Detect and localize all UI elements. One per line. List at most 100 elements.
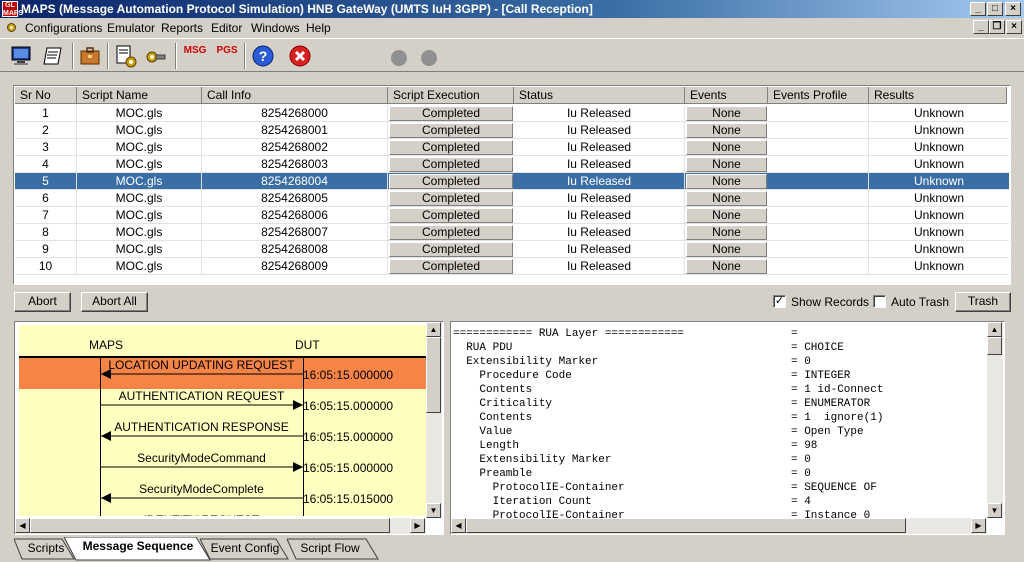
table-row[interactable]: 9 MOC.gls 8254268008 Completed Iu Released No… bbox=[15, 241, 1009, 258]
column-header-script-name[interactable]: Script Name bbox=[77, 87, 202, 104]
decode-line[interactable]: Preamble = 0 bbox=[453, 467, 985, 481]
tab-message-sequence[interactable]: Message Sequence bbox=[74, 537, 202, 559]
show-records-checkbox[interactable]: ✓ bbox=[773, 295, 786, 308]
cell-events[interactable]: None bbox=[686, 242, 767, 257]
table-row[interactable]: 7 MOC.gls 8254268006 Completed Iu Released No… bbox=[15, 207, 1009, 224]
decode-line[interactable]: ProtocolIE-Container = SEQUENCE OF bbox=[453, 481, 985, 495]
menu-reports[interactable]: Reports bbox=[161, 21, 203, 35]
cell-events[interactable]: None bbox=[686, 140, 767, 155]
sequence-message[interactable]: SecurityModeCommand 16:05:15.000000 bbox=[19, 451, 426, 482]
pgs-icon[interactable]: PGS bbox=[214, 43, 240, 69]
decode-horizontal-scrollbar[interactable]: ◀ ▶ bbox=[451, 518, 987, 534]
column-header-events[interactable]: Events bbox=[685, 87, 768, 104]
decode-vertical-scrollbar[interactable]: ▲ ▼ bbox=[987, 322, 1003, 518]
cell-exec[interactable]: Completed bbox=[389, 157, 513, 172]
record-dot-icon[interactable] bbox=[386, 43, 412, 69]
cell-exec[interactable]: Completed bbox=[389, 123, 513, 138]
table-row[interactable]: 10 MOC.gls 8254268009 Completed Iu Released N… bbox=[15, 258, 1009, 275]
tab-script-flow[interactable]: Script Flow bbox=[293, 539, 367, 559]
auto-trash-checkbox[interactable] bbox=[873, 295, 886, 308]
scroll-down-icon[interactable]: ▼ bbox=[987, 503, 1002, 518]
cell-exec[interactable]: Completed bbox=[389, 106, 513, 121]
maximize-button[interactable]: □ bbox=[987, 2, 1003, 16]
menu-editor[interactable]: Editor bbox=[211, 21, 242, 35]
menu-emulator[interactable]: Emulator bbox=[107, 21, 155, 35]
decode-line[interactable]: Extensibility Marker = 0 bbox=[453, 453, 985, 467]
cell-exec[interactable]: Completed bbox=[389, 174, 513, 189]
table-row[interactable]: 5 MOC.gls 8254268004 Completed Iu Released No… bbox=[15, 173, 1009, 190]
decode-text-area[interactable]: ============ RUA Layer ============ = RUA… bbox=[453, 325, 985, 521]
sequence-message[interactable]: LOCATION UPDATING REQUEST 16:05:15.000000 bbox=[19, 358, 426, 389]
scroll-left-icon[interactable]: ◀ bbox=[15, 518, 30, 533]
cell-exec[interactable]: Completed bbox=[389, 242, 513, 257]
stop-icon[interactable] bbox=[287, 43, 313, 69]
cell-exec[interactable]: Completed bbox=[389, 191, 513, 206]
menu-help[interactable]: Help bbox=[306, 21, 331, 35]
cell-events[interactable]: None bbox=[686, 191, 767, 206]
mdi-system-icon[interactable] bbox=[5, 21, 18, 34]
play-dot-icon[interactable] bbox=[416, 43, 442, 69]
column-header-events-profile[interactable]: Events Profile bbox=[768, 87, 869, 104]
column-header-status[interactable]: Status bbox=[514, 87, 685, 104]
tab-event-config[interactable]: Event Config bbox=[206, 539, 284, 559]
table-row[interactable]: 2 MOC.gls 8254268001 Completed Iu Released No… bbox=[15, 122, 1009, 139]
scroll-thumb[interactable] bbox=[30, 518, 390, 533]
help-icon[interactable]: ? bbox=[250, 43, 276, 69]
sequence-vertical-scrollbar[interactable]: ▲ ▼ bbox=[426, 322, 442, 518]
scroll-thumb[interactable] bbox=[426, 337, 441, 413]
scroll-right-icon[interactable]: ▶ bbox=[971, 518, 986, 533]
menu-configurations[interactable]: Configurations bbox=[25, 21, 102, 35]
abort-all-button[interactable]: Abort All bbox=[81, 292, 148, 312]
cell-events[interactable]: None bbox=[686, 123, 767, 138]
sequence-message[interactable]: IDENTITY REQUEST bbox=[19, 513, 426, 516]
scroll-right-icon[interactable]: ▶ bbox=[410, 518, 425, 533]
scroll-up-icon[interactable]: ▲ bbox=[426, 322, 441, 337]
monitor-icon[interactable] bbox=[8, 43, 34, 69]
msg-icon[interactable]: MSG bbox=[182, 43, 208, 69]
mdi-close-button[interactable]: × bbox=[1006, 20, 1022, 34]
scroll-thumb[interactable] bbox=[466, 518, 906, 533]
column-header-call-info[interactable]: Call Info bbox=[202, 87, 388, 104]
decode-line[interactable]: Length = 98 bbox=[453, 439, 985, 453]
decode-line[interactable]: Contents = 1 ignore(1) bbox=[453, 411, 985, 425]
table-row[interactable]: 1 MOC.gls 8254268000 Completed Iu Released No… bbox=[15, 105, 1009, 122]
table-row[interactable]: 3 MOC.gls 8254268002 Completed Iu Released No… bbox=[15, 139, 1009, 156]
cell-exec[interactable]: Completed bbox=[389, 208, 513, 223]
decode-line[interactable]: RUA PDU = CHOICE bbox=[453, 341, 985, 355]
menu-windows[interactable]: Windows bbox=[251, 21, 300, 35]
table-row[interactable]: 4 MOC.gls 8254268003 Completed Iu Released No… bbox=[15, 156, 1009, 173]
column-header-sr-no[interactable]: Sr No bbox=[15, 87, 77, 104]
decode-line[interactable]: ============ RUA Layer ============ = bbox=[453, 327, 985, 341]
cell-exec[interactable]: Completed bbox=[389, 259, 513, 274]
cell-events[interactable]: None bbox=[686, 106, 767, 121]
scroll-up-icon[interactable]: ▲ bbox=[987, 322, 1002, 337]
abort-button[interactable]: Abort bbox=[14, 292, 71, 312]
column-header-script-execution[interactable]: Script Execution bbox=[388, 87, 514, 104]
decode-line[interactable]: Criticality = ENUMERATOR bbox=[453, 397, 985, 411]
gear-key-icon[interactable] bbox=[142, 43, 168, 69]
minimize-button[interactable]: _ bbox=[970, 2, 986, 16]
decode-line[interactable]: Contents = 1 id-Connect bbox=[453, 383, 985, 397]
cell-events[interactable]: None bbox=[686, 225, 767, 240]
cell-events[interactable]: None bbox=[686, 208, 767, 223]
sequence-diagram[interactable]: MAPS DUT LOCATION UPDATING REQUEST 16:05:… bbox=[19, 325, 426, 516]
scroll-left-icon[interactable]: ◀ bbox=[451, 518, 466, 533]
decode-line[interactable]: Extensibility Marker = 0 bbox=[453, 355, 985, 369]
mdi-restore-button[interactable]: ❐ bbox=[989, 20, 1005, 34]
cell-events[interactable]: None bbox=[686, 174, 767, 189]
trash-button[interactable]: Trash bbox=[955, 292, 1011, 312]
sequence-message[interactable]: SecurityModeComplete 16:05:15.015000 bbox=[19, 482, 426, 513]
column-header-results[interactable]: Results bbox=[869, 87, 1007, 104]
notes-icon[interactable] bbox=[40, 43, 66, 69]
cell-exec[interactable]: Completed bbox=[389, 140, 513, 155]
scroll-down-icon[interactable]: ▼ bbox=[426, 503, 441, 518]
briefcase-icon[interactable] bbox=[77, 43, 103, 69]
decode-line[interactable]: Value = Open Type bbox=[453, 425, 985, 439]
script-edit-icon[interactable] bbox=[113, 43, 139, 69]
decode-line[interactable]: Procedure Code = INTEGER bbox=[453, 369, 985, 383]
title-bar[interactable]: GL MAPS MAPS (Message Automation Protoco… bbox=[0, 0, 1024, 18]
cell-events[interactable]: None bbox=[686, 157, 767, 172]
tab-scripts[interactable]: Scripts bbox=[22, 539, 70, 559]
cell-exec[interactable]: Completed bbox=[389, 225, 513, 240]
decode-line[interactable]: Iteration Count = 4 bbox=[453, 495, 985, 509]
